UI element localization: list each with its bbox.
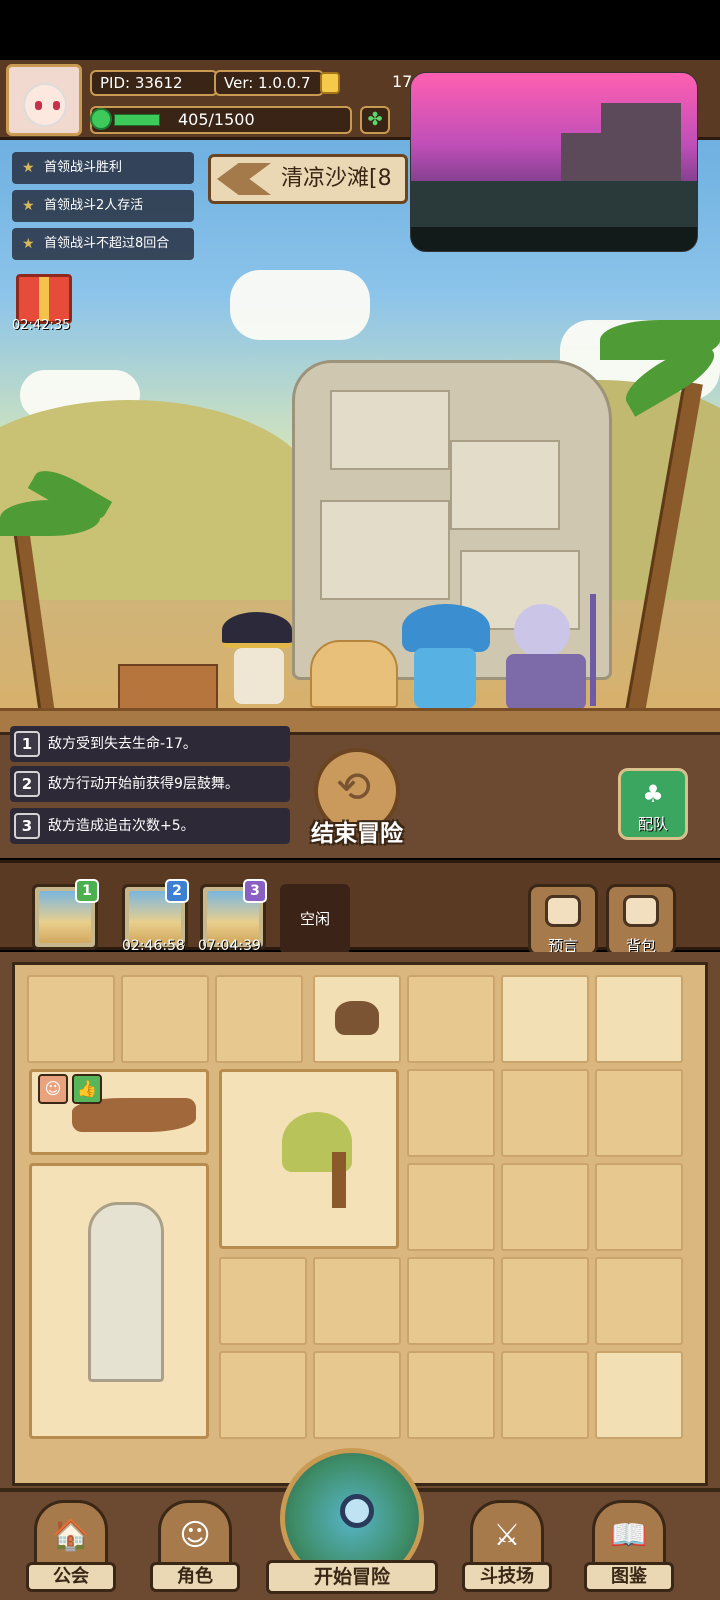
grid-cell[interactable] [501,1163,589,1251]
nav-guild-label: 公会 [26,1562,116,1592]
grid-cell[interactable] [595,1351,683,1439]
nav-codex-label: 图鉴 [584,1562,674,1592]
quest-label: 首领战斗不超过8回合 [44,236,170,251]
idle-slot[interactable]: 空闲 [280,884,350,954]
magnifier-icon [340,1494,374,1528]
energy-icon [90,108,112,130]
gift-timer: 02:42:35 [12,318,71,333]
stage-name: 清凉沙滩[8 [281,166,392,191]
quest-item: ★ 首领战斗不超过8回合 [12,228,194,260]
end-adventure-button[interactable]: ⟲ 结束冒险 [302,748,412,852]
nav-character[interactable]: ☺ 角色 [150,1500,240,1596]
grid-cell[interactable] [407,1163,495,1251]
grid-cell[interactable] [407,975,495,1063]
quest-item: ★ 首领战斗胜利 [12,152,194,184]
grid-cell[interactable] [27,975,115,1063]
grid-cell[interactable] [501,1257,589,1345]
sandcastle [310,640,398,708]
team-label: 配队 [637,815,668,833]
version-label: Ver: 1.0.0.7 [214,70,324,96]
nav-arena[interactable]: ⚔ 斗技场 [462,1500,552,1596]
nav-start-label: 开始冒险 [266,1560,438,1594]
hero-wizard[interactable] [214,612,304,704]
quest-label: 首领战斗胜利 [44,160,123,175]
effect-text: 敌方行动开始前获得9层鼓舞。 [48,776,239,792]
gift-box-icon[interactable] [16,274,72,324]
thumbs-up-icon: 👍 [72,1074,102,1104]
grid-cell[interactable] [501,1069,589,1157]
player-avatar[interactable] [6,64,82,136]
crossed-swords-icon: ⚔ [493,1518,521,1553]
fruit-stand [118,664,218,710]
effect-text: 敌方造成追击次数+5。 [48,818,195,834]
floor-badge: 3 [243,879,267,903]
hero-knight[interactable] [494,594,614,710]
grid-cell[interactable] [595,1163,683,1251]
backpack-icon [623,895,659,927]
nav-start-adventure[interactable]: 开始冒险 [266,1448,438,1598]
grid-cell[interactable] [313,1257,401,1345]
grid-item-palm-sprout[interactable] [219,1069,399,1249]
guild-icon: 🏠 [52,1518,90,1553]
player-id-label: PID: 33612 [90,70,218,96]
grid-cell[interactable] [121,975,209,1063]
stage-name-banner: 清凉沙滩[8 [208,154,408,204]
clover-icon[interactable]: ✤ [360,106,390,134]
nav-guild[interactable]: 🏠 公会 [26,1500,116,1596]
grid-cell[interactable] [595,975,683,1063]
nav-arena-label: 斗技场 [462,1562,552,1592]
energy-value: 405/1500 [178,110,255,129]
nav-character-label: 角色 [150,1562,240,1592]
team-icon: ♣ [642,780,664,808]
hero-mage[interactable] [398,604,494,708]
return-arrow-icon: ⟲ [336,762,372,811]
stone-pillar-icon [88,1202,164,1382]
grid-cell[interactable] [501,975,589,1063]
grid-cell[interactable] [407,1351,495,1439]
palm-sprout-trunk [332,1152,346,1208]
grid-item-driftwood[interactable]: ☺ 👍 [29,1069,209,1155]
floating-video-overlay[interactable] [410,72,698,252]
effect-number: 3 [14,813,40,839]
grid-cell[interactable] [219,1351,307,1439]
grid-cell-campfire[interactable] [313,975,401,1063]
effect-row: 3 敌方造成追击次数+5。 [10,808,290,844]
book-icon: 📖 [610,1518,648,1553]
map-grid: ☺ 👍 [12,962,708,1486]
grid-cell[interactable] [595,1257,683,1345]
grid-cell[interactable] [595,1069,683,1157]
grid-cell[interactable] [501,1351,589,1439]
effect-text: 敌方受到失去生命-17。 [48,736,197,752]
prophecy-button[interactable]: 预言 [528,884,598,956]
quest-item: ★ 首领战斗2人存活 [12,190,194,222]
banner-decoration [217,163,271,195]
floor-badge: 2 [165,879,189,903]
grid-cell[interactable] [215,975,303,1063]
floor-slot-1[interactable]: 1 [32,879,99,950]
face-icon: ☺ [38,1074,68,1104]
star-icon: ★ [22,198,35,214]
grid-cell[interactable] [407,1069,495,1157]
character-icon: ☺ [179,1518,211,1553]
effect-number: 2 [14,771,40,797]
nav-codex[interactable]: 📖 图鉴 [584,1500,674,1596]
campfire-pot-icon [335,1001,379,1035]
team-button[interactable]: ♣ 配队 [618,768,688,840]
floor-badge: 1 [75,879,99,903]
grid-cell[interactable] [407,1257,495,1345]
coin-icon [320,72,340,94]
grid-item-stone-pillar[interactable] [29,1163,209,1439]
effect-number: 1 [14,731,40,757]
grid-cell[interactable] [313,1351,401,1439]
prophecy-icon [545,895,581,927]
end-adventure-label: 结束冒险 [311,821,403,847]
grid-cell[interactable] [219,1257,307,1345]
star-icon: ★ [22,236,35,252]
quest-label: 首领战斗2人存活 [44,198,144,213]
effect-row: 1 敌方受到失去生命-17。 [10,726,290,762]
backpack-button[interactable]: 背包 [606,884,676,956]
star-icon: ★ [22,160,35,176]
energy-bar-fill [114,114,160,126]
effect-row: 2 敌方行动开始前获得9层鼓舞。 [10,766,290,802]
